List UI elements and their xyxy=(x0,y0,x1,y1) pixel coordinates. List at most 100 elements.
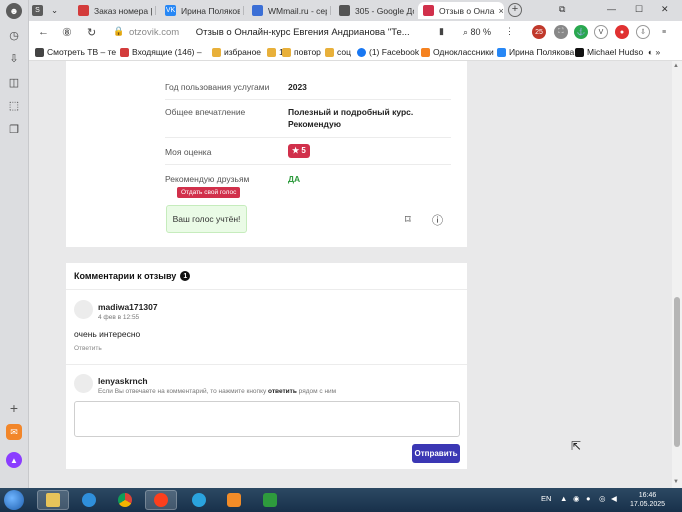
maximize-button[interactable]: ☐ xyxy=(635,4,643,15)
media-taskbar-button[interactable] xyxy=(218,490,250,510)
bookmarks-bar: Смотреть ТВ – те Входящие (146) – избран… xyxy=(29,44,682,61)
screenshot-icon[interactable]: ◫ xyxy=(6,74,22,90)
alice-assistant-icon[interactable]: ▲ xyxy=(6,452,22,468)
yandex-icon xyxy=(154,493,168,507)
info-icon[interactable]: ⓘ xyxy=(432,212,443,228)
yandex-home-icon[interactable]: ⑧ xyxy=(62,26,72,39)
chevron-down-icon[interactable]: ⌄ xyxy=(51,2,59,19)
avatar[interactable] xyxy=(74,300,93,319)
collections-icon[interactable]: ❐ xyxy=(6,121,22,137)
bookmark-item[interactable]: Смотреть ТВ – те xyxy=(35,47,116,57)
zoom-level[interactable]: ⌕ 80 % xyxy=(463,27,491,38)
bookmark-item[interactable]: Ирина Полякова xyxy=(497,47,574,57)
reply-link[interactable]: Ответить xyxy=(74,345,102,352)
review-row-rating: Моя оценка ★ 5 xyxy=(165,138,451,165)
tray-arrow-icon[interactable]: ▲ xyxy=(560,494,567,503)
history-icon[interactable]: ◷ xyxy=(6,27,22,43)
language-indicator[interactable]: EN xyxy=(541,494,551,503)
back-arrow-icon[interactable]: ← xyxy=(38,26,49,38)
extension-badge-icon[interactable]: 25 xyxy=(532,25,546,39)
tab-google-docs[interactable]: 305 - Google Док xyxy=(334,2,414,19)
tab-wmmail[interactable]: WMmail.ru - серф xyxy=(247,2,327,19)
new-tab-button[interactable]: + xyxy=(508,3,522,17)
bookmark-item[interactable]: Michael Hudso xyxy=(575,47,643,57)
doc-icon xyxy=(252,5,263,16)
close-window-button[interactable]: ✕ xyxy=(661,4,669,15)
profile-avatar-icon[interactable]: ☻ xyxy=(6,3,22,19)
tab-label: WMmail.ru - серф xyxy=(268,5,327,16)
row-value: 2023 xyxy=(288,82,307,92)
start-button[interactable] xyxy=(4,490,24,510)
row-label: Общее впечатление xyxy=(165,107,246,117)
scroll-down-icon[interactable]: ▼ xyxy=(673,479,679,485)
bookmark-folder[interactable]: повтор xyxy=(282,47,321,57)
otzovik-icon xyxy=(423,5,434,16)
scroll-up-icon[interactable]: ▲ xyxy=(673,63,679,69)
row-label: Год пользования услугами xyxy=(165,82,270,92)
network-icon[interactable]: ◉ xyxy=(573,494,580,503)
shortcut-icon[interactable]: ⬚ xyxy=(6,97,22,113)
bookmark-folder[interactable]: соц xyxy=(325,47,351,57)
comment-input[interactable] xyxy=(74,401,460,437)
windows-taskbar: EN ▲ ◉ ● ◎ ◀ 16:46 17.05.2025 xyxy=(0,488,682,512)
comments-count-badge: 1 xyxy=(180,271,191,281)
bookmark-icon[interactable]: ⌑ xyxy=(405,213,411,226)
downloads-toolbar-icon[interactable]: ⇩ xyxy=(636,25,650,39)
url-field[interactable]: otzovik.com Отзыв о Онлайн-курс Евгения … xyxy=(129,27,410,38)
tab-order[interactable]: Заказ номера | S xyxy=(73,2,153,19)
globe-icon xyxy=(82,493,96,507)
chrome-tray-icon[interactable]: ◎ xyxy=(599,494,606,503)
add-panel-icon[interactable]: + xyxy=(6,400,22,416)
bookmarks-overflow-icon[interactable]: ◐ » xyxy=(648,47,660,57)
mouse-cursor-icon: ⇱ xyxy=(571,439,582,453)
tab-label: Заказ номера | S xyxy=(94,5,153,16)
adblock-icon[interactable]: ● xyxy=(615,25,629,39)
yandex-tray-icon[interactable]: ● xyxy=(586,494,591,503)
review-row-impression: Общее впечатление Полезный и подробный к… xyxy=(165,100,451,138)
close-tab-icon[interactable]: × xyxy=(498,6,503,16)
ie-taskbar-button[interactable] xyxy=(73,490,105,510)
translate-icon[interactable]: ⛶ xyxy=(554,25,568,39)
vpn-icon[interactable]: ⚓ xyxy=(574,25,588,39)
scroll-thumb[interactable] xyxy=(674,297,680,447)
money-taskbar-button[interactable] xyxy=(254,490,286,510)
tab-manager-icon[interactable]: ⧉ xyxy=(559,4,565,15)
tab-group-icon[interactable]: S xyxy=(29,2,47,19)
clock-time: 16:46 xyxy=(638,492,657,499)
avatar xyxy=(74,374,93,393)
more-icon[interactable]: ⋮ xyxy=(505,26,514,37)
tab-vk[interactable]: VK Ирина Полякова xyxy=(160,2,240,19)
lock-icon[interactable]: 🔒 xyxy=(113,26,124,37)
send-button[interactable]: Отправить xyxy=(412,444,460,463)
mail-icon[interactable]: ✉ xyxy=(6,424,22,440)
page-title: Отзыв о Онлайн-курс Евгения Андриановa "… xyxy=(195,27,410,38)
comment-text: очень интересно xyxy=(74,329,141,339)
vk-icon: VK xyxy=(165,5,176,16)
taskbar-clock[interactable]: 16:46 17.05.2025 xyxy=(630,491,665,509)
browser-sidebar: ☻ ◷ ⇩ ◫ ⬚ ❐ + ✉ ▲ xyxy=(0,0,29,488)
tab-label: Ирина Полякова xyxy=(181,5,240,16)
volume-icon[interactable]: ◀ xyxy=(611,494,617,503)
tab-otzovik-active[interactable]: Отзыв о Онла × xyxy=(418,2,504,19)
bookmark-item[interactable]: (1) Facebook xyxy=(357,47,419,57)
reload-icon[interactable]: ↻ xyxy=(87,26,96,39)
page-scrollbar[interactable]: ▲ ▼ xyxy=(672,61,682,488)
bookmark-page-icon[interactable]: ▮ xyxy=(439,26,444,37)
bookmark-folder[interactable]: избраное xyxy=(212,47,261,57)
yandex-taskbar-button[interactable] xyxy=(145,490,177,510)
minimize-button[interactable]: — xyxy=(607,4,616,14)
chrome-taskbar-button[interactable] xyxy=(109,490,141,510)
downloads-icon[interactable]: ⇩ xyxy=(6,50,22,66)
bookmark-item[interactable]: Входящие (146) – xyxy=(120,47,202,57)
menu-icon[interactable]: ≡ xyxy=(657,25,671,39)
bookmark-item[interactable]: Одноклассники xyxy=(421,47,494,57)
row-label: Рекомендую друзьям xyxy=(165,174,250,184)
shield-icon[interactable]: V xyxy=(594,25,608,39)
url-domain: otzovik.com xyxy=(129,27,180,38)
explorer-taskbar-button[interactable] xyxy=(37,490,69,510)
review-details-card: Год пользования услугами 2023 Общее впеч… xyxy=(66,61,467,247)
telegram-taskbar-button[interactable] xyxy=(183,490,215,510)
money-icon xyxy=(263,493,277,507)
row-value: ДА xyxy=(288,174,301,184)
comment-username[interactable]: madiwa171307 xyxy=(98,302,158,312)
